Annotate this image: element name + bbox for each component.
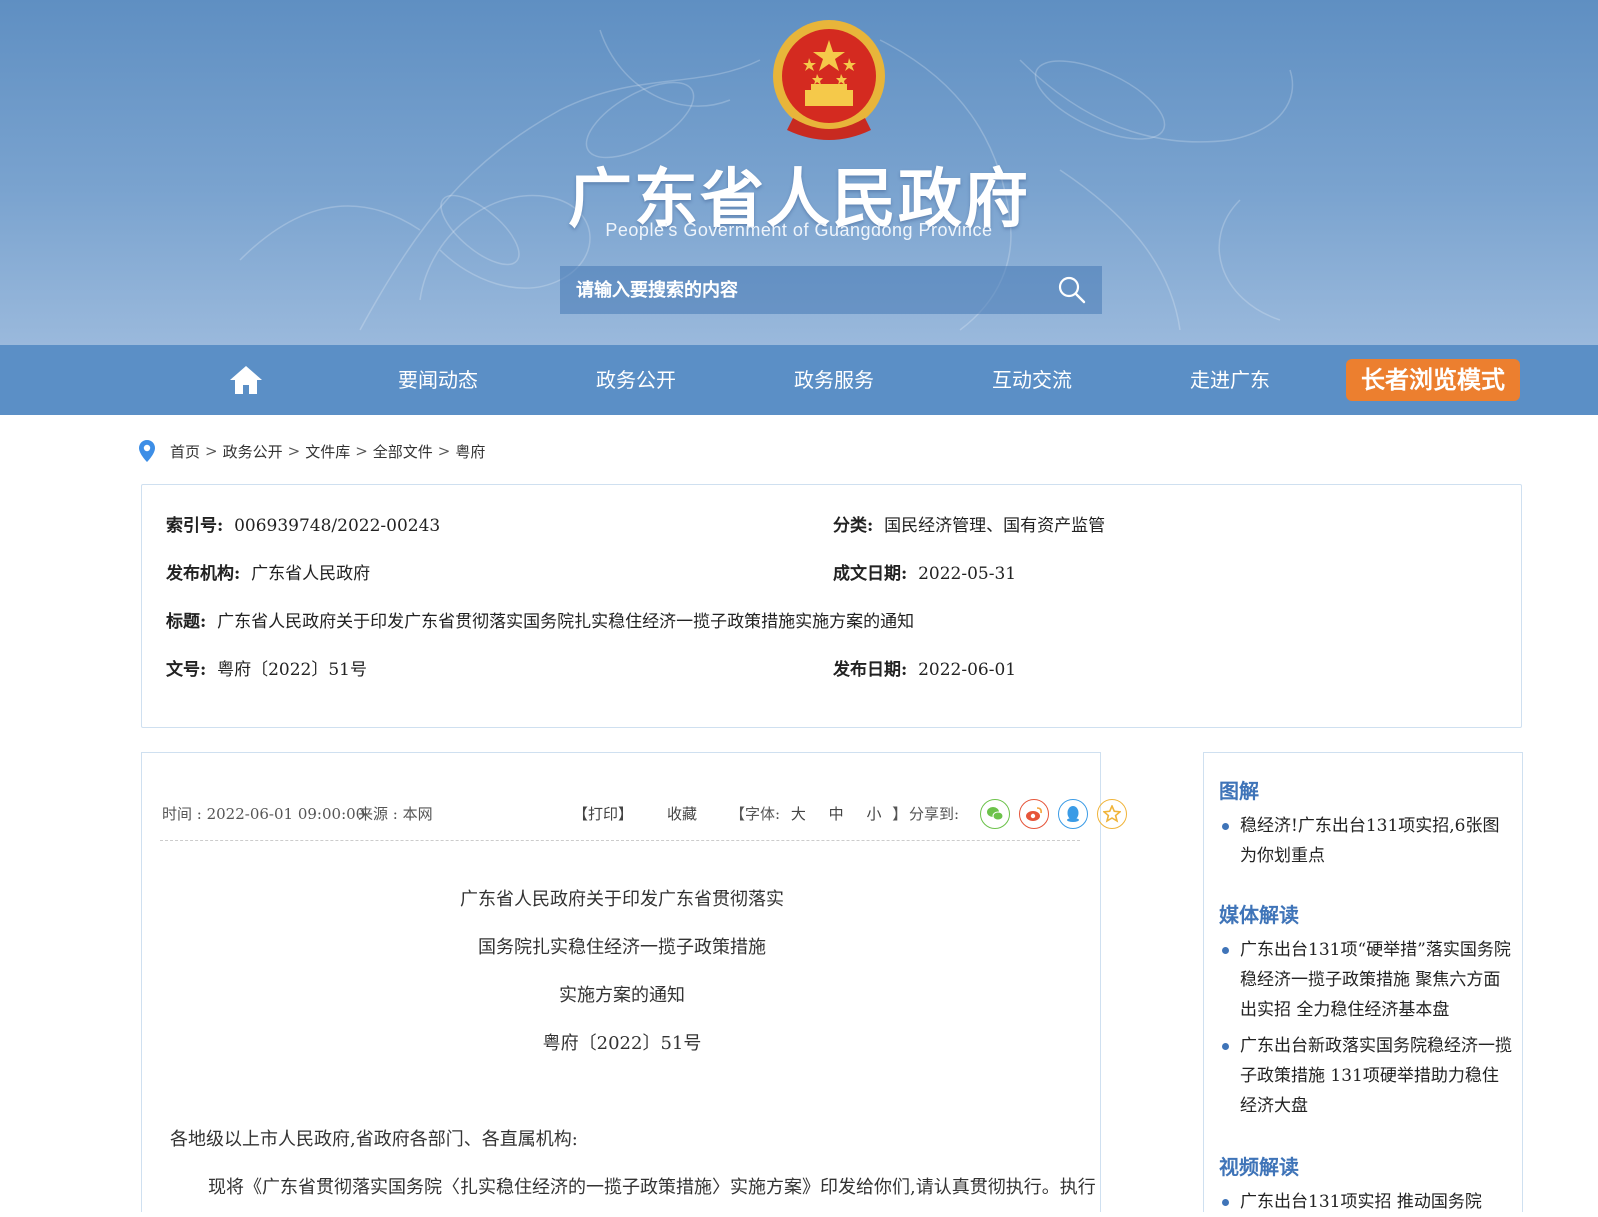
main-nav: 要闻动态 政务公开 政务服务 互动交流 走进广东 长者浏览模式 [0, 345, 1598, 415]
meta-title: 标题: 广东省人民政府关于印发广东省贯彻落实国务院扎实稳住经济一揽子政策措施实施… [166, 612, 915, 632]
sidebar-heading-infographic: 图解 [1219, 779, 1259, 803]
document-paragraph-1: 现将《广东省贯彻落实国务院〈扎实稳住经济的一揽子政策措施〉实施方案》印发给你们,… [208, 1177, 1096, 1198]
document-number: 粤府〔2022〕51号 [542, 1033, 702, 1054]
related-sidebar: 图解 稳经济!广东出台131项实招,6张图为你划重点 媒体解读 广东出台131项… [1203, 752, 1523, 1212]
font-medium-button[interactable]: 中 [829, 805, 844, 823]
nav-item-gov-affairs[interactable]: 政务公开 [576, 345, 696, 415]
document-title-line-2: 国务院扎实稳住经济一揽子政策措施 [478, 937, 766, 958]
publish-time: 时间 : 2022-06-01 09:00:00 [162, 805, 366, 823]
meta-created-value: 2022-05-31 [918, 564, 1017, 584]
breadcrumb-all-files[interactable]: 全部文件 [373, 441, 433, 462]
search-input[interactable] [560, 266, 1042, 314]
meta-title-value: 广东省人民政府关于印发广东省贯彻落实国务院扎实稳住经济一揽子政策措施实施方案的通… [217, 612, 915, 632]
toolbar-divider [160, 840, 1080, 841]
location-pin-icon [139, 440, 155, 462]
document-title-line-3: 实施方案的通知 [559, 985, 685, 1006]
article-toolbar: 时间 : 2022-06-01 09:00:00 来源 : 本网 【打印】 收藏… [162, 799, 1127, 829]
weibo-share-icon[interactable] [1019, 799, 1049, 829]
document-salutation: 各地级以上市人民政府,省政府各部门、各直属机构: [170, 1129, 578, 1150]
qq-share-icon[interactable] [1058, 799, 1088, 829]
search-icon[interactable] [1042, 266, 1102, 314]
meta-category-value: 国民经济管理、国有资产监管 [884, 516, 1106, 536]
font-small-button[interactable]: 小 [866, 805, 881, 823]
breadcrumb-gov-affairs[interactable]: 政务公开 [223, 441, 283, 462]
breadcrumb-library[interactable]: 文件库 [305, 441, 350, 462]
nav-home[interactable] [216, 345, 276, 415]
nav-item-interaction[interactable]: 互动交流 [972, 345, 1092, 415]
wechat-share-icon[interactable] [980, 799, 1010, 829]
meta-published-date: 发布日期: 2022-06-01 [833, 660, 1017, 680]
meta-issuer: 发布机构: 广东省人民政府 [166, 564, 371, 584]
meta-issuer-value: 广东省人民政府 [251, 564, 371, 584]
national-emblem-icon [773, 20, 885, 140]
font-large-button[interactable]: 大 [791, 805, 806, 823]
star-favorite-icon[interactable] [1097, 799, 1127, 829]
meta-doc-number: 文号: 粤府〔2022〕51号 [166, 660, 367, 680]
meta-index-value: 006939748/2022-00243 [234, 516, 441, 536]
nav-item-about[interactable]: 走进广东 [1170, 345, 1290, 415]
document-title-line-1: 广东省人民政府关于印发广东省贯彻落实 [460, 889, 784, 910]
nav-item-news[interactable]: 要闻动态 [378, 345, 498, 415]
sidebar-link-video-1[interactable]: 广东出台131项实招 推动国务院 [1222, 1187, 1514, 1217]
breadcrumb: 首页 > 政务公开 > 文件库 > 全部文件 > 粤府 [138, 436, 485, 466]
elder-mode-button[interactable]: 长者浏览模式 [1346, 359, 1520, 401]
sidebar-link-infographic[interactable]: 稳经济!广东出台131项实招,6张图为你划重点 [1222, 811, 1514, 871]
share-label: 分享到: [909, 805, 960, 823]
print-button[interactable]: 【打印】 [573, 803, 633, 824]
search-bar [560, 266, 1102, 314]
sidebar-heading-media: 媒体解读 [1219, 903, 1299, 927]
sidebar-link-media-2[interactable]: 广东出台新政落实国务院稳经济一揽子政策措施 131项硬举措助力稳住经济大盘 [1222, 1031, 1514, 1121]
font-size-control: 【字体: 大 中 小 】 [730, 805, 908, 823]
breadcrumb-current[interactable]: 粤府 [455, 441, 485, 462]
sidebar-link-media-1[interactable]: 广东出台131项“硬举措”落实国务院稳经济一揽子政策措施 聚焦六方面出实招 全力… [1222, 935, 1514, 1025]
site-header: 广东省人民政府 People's Government of Guangdong… [0, 0, 1598, 345]
breadcrumb-home[interactable]: 首页 [170, 441, 200, 462]
meta-docno-value: 粤府〔2022〕51号 [217, 660, 367, 680]
article-content: 时间 : 2022-06-01 09:00:00 来源 : 本网 【打印】 收藏… [141, 752, 1127, 1212]
meta-published-value: 2022-06-01 [918, 660, 1017, 680]
article-source: 来源 : 本网 [358, 805, 433, 823]
document-meta-box: 索引号: 006939748/2022-00243 分类: 国民经济管理、国有资… [141, 484, 1522, 728]
nav-item-services[interactable]: 政务服务 [774, 345, 894, 415]
favorite-button[interactable]: 收藏 [667, 803, 697, 824]
meta-created-date: 成文日期: 2022-05-31 [833, 564, 1017, 584]
sidebar-heading-video: 视频解读 [1219, 1155, 1299, 1179]
meta-index: 索引号: 006939748/2022-00243 [166, 516, 441, 536]
site-subtitle: People's Government of Guangdong Provinc… [605, 220, 993, 240]
home-icon [230, 366, 262, 394]
meta-category: 分类: 国民经济管理、国有资产监管 [833, 516, 1106, 536]
